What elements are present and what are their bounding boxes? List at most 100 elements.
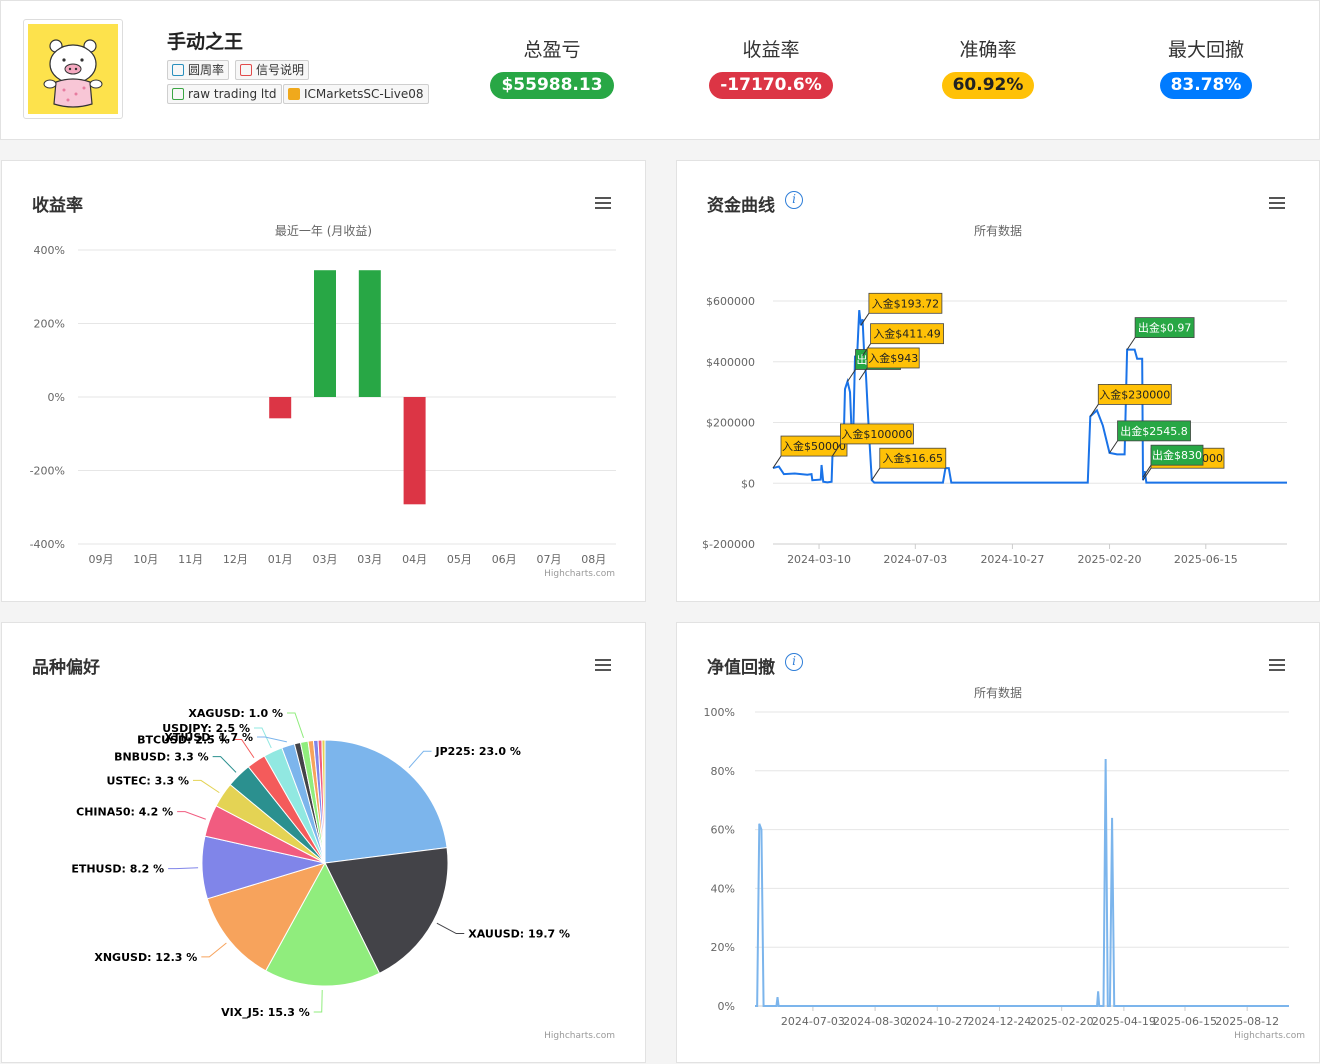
pie-connector [212,756,237,773]
drawdown-chart: 100%80%60%40%20%0%2024-07-032024-08-3020… [704,706,1289,1028]
tag-strategy[interactable]: 圆周率 [167,60,230,80]
pie-connector [201,942,227,958]
x-tick-label: 05月 [447,553,472,566]
tag-label: 信号说明 [256,63,305,77]
server-icon [288,88,300,100]
metric-label: 收益率 [742,39,800,61]
comment-icon [240,64,252,76]
y-tick-label: $-200000 [702,538,755,551]
y-tick-label: 20% [711,941,735,954]
bar [358,270,381,397]
trader-name: 手动之王 [167,31,244,53]
user-icon [172,64,184,76]
y-tick-label: $200000 [706,417,755,430]
avatar[interactable] [23,19,123,119]
flag-connector [1109,440,1118,454]
tag-label: 圆周率 [188,63,225,77]
x-tick-label: 09月 [89,553,114,566]
chart-credit[interactable]: Highcharts.com [1234,1031,1305,1041]
pie-slice [324,739,448,864]
metric-value: 60.92% [941,72,1035,99]
y-tick-label: 100% [704,706,735,719]
x-tick-label: 2024-03-10 [787,553,851,566]
y-tick-label: 80% [711,765,735,778]
y-tick-label: 200% [34,318,65,331]
bar [314,270,336,397]
panel-symbol-preference: 品种偏好 JP225: 23.0 % XAUUSD: 19.7 % VIX_J5: … [1,622,646,1063]
symbol-pie-chart: JP225: 23.0 % XAUUSD: 19.7 % VIX_J5: 15.3 … [71,707,570,1019]
pie-connector [313,989,323,1013]
metric-label: 总盈亏 [523,39,581,61]
flag-label: 出金$0.97 [1138,321,1192,335]
profile-header: 手动之王 圆周率 信号说明 raw trading ltd ICMarketsS… [0,0,1320,140]
x-tick-label: 2025-06-15 [1174,553,1238,566]
x-tick-label: 2024-07-03 [883,553,947,566]
panel-equity-curve: 资金曲线 i 所有数据 $600000 $400000 $200000 $0 $-200… [676,160,1320,602]
flag-label: 入金$50000 [782,439,846,453]
avatar-image [28,24,118,114]
x-tick-label: 12月 [223,553,248,566]
tag-signal-description[interactable]: 信号说明 [235,60,310,80]
x-tick-label: 2025-06-15 [1153,1015,1217,1028]
flag-label: 出金$830 [1152,448,1202,462]
metric-label: 最大回撤 [1167,39,1244,61]
x-tick-label: 07月 [537,553,562,566]
pie-label: CHINA50: 4.2 % [76,806,173,819]
panel-returns: 收益率 最近一年 (月收益) 400% 200% 0% -200% -400% 09月 10… [1,160,646,602]
flag-label: 入金$16.65 [883,451,944,465]
x-tick-label: 06月 [492,553,517,566]
x-tick-label: 2024-08-30 [843,1015,907,1028]
pie-connector [436,922,465,935]
pie-label: BNBUSD: 3.3 % [114,751,209,764]
pie-label: JP225: 23.0 % [435,745,521,758]
metric-label: 准确率 [959,39,1017,61]
y-tick-label: $0 [741,477,755,490]
flag-label: 入金$100000 [841,427,912,441]
pie-connector [408,750,432,769]
drawdown-line [755,759,1289,1007]
chart-credit[interactable]: Highcharts.com [544,569,615,579]
metric-total-profit: 总盈亏 $55988.13 [472,35,632,99]
chart-credit[interactable]: Highcharts.com [544,1031,615,1041]
tag-broker[interactable]: raw trading ltd [167,84,282,104]
flag-label: 出金$2545.8 [1120,424,1188,438]
pie-label: XAGUSD: 1.0 % [188,707,283,720]
pie-label: VIX_J5: 15.3 % [221,1006,310,1019]
x-tick-label: 01月 [268,553,293,566]
metric-value: $55988.13 [490,72,614,99]
x-tick-label: 03月 [313,553,338,566]
y-tick-label: 60% [711,824,735,837]
x-tick-label: 2025-02-20 [1078,553,1142,566]
pie-label: USTEC: 3.3 % [106,774,189,787]
metric-return-rate: 收益率 -17170.6% [691,35,851,99]
tag-server[interactable]: ICMarketsSC-Live08 [283,84,429,104]
x-tick-label: 2025-02-20 [1030,1015,1094,1028]
bar [269,397,292,419]
pie-connector [168,867,199,870]
y-tick-label: 0% [48,391,65,404]
x-tick-label: 04月 [402,553,427,566]
x-tick-label: 03月 [357,553,382,566]
bar [403,397,426,505]
flag-label: 入金$411.49 [873,327,941,341]
x-tick-label: 10月 [133,553,158,566]
flag-connector [871,467,881,481]
y-tick-label: 40% [711,882,735,895]
metric-value: 83.78% [1159,72,1253,99]
broker-icon [172,88,184,100]
returns-chart: 400% 200% 0% -200% -400% 09月 10月 11月 12月 01月 03月 03… [30,244,616,566]
equity-chart: $600000 $400000 $200000 $0 $-200000 2024-03-1… [702,292,1287,566]
pie-connector [287,712,305,738]
flag-label: 入金$943 [868,351,918,365]
flag-label: 入金$193.72 [872,296,940,310]
tag-label: ICMarketsSC-Live08 [304,87,424,101]
metric-accuracy: 准确率 60.92% [908,35,1068,99]
pie-label: XAUUSD: 19.7 % [468,928,570,941]
pie-label: ETHUSD: 8.2 % [71,863,164,876]
pie-label: XTIUSD: 1.7 % [164,731,253,744]
pie-label: XNGUSD: 12.3 % [94,951,197,964]
x-tick-label: 2025-04-19 [1092,1015,1156,1028]
x-tick-label: 08月 [581,553,606,566]
x-tick-label: 2024-10-27 [905,1015,969,1028]
x-tick-label: 2024-12-24 [968,1015,1032,1028]
